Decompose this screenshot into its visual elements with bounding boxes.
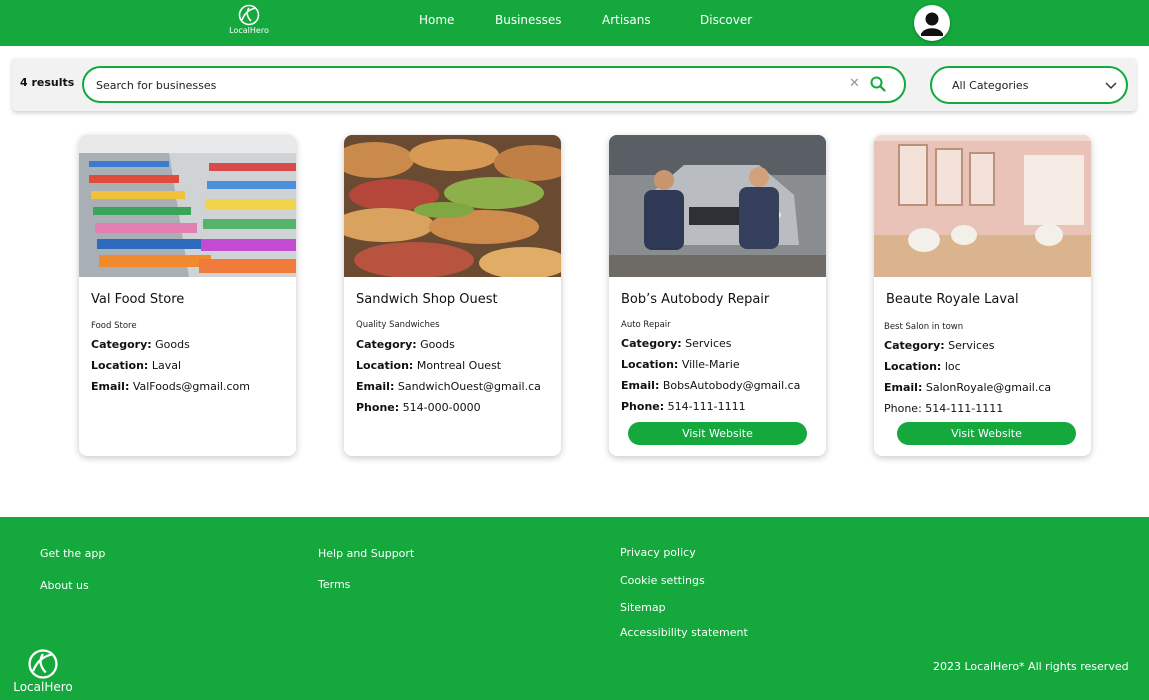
business-email: Email: ValFoods@gmail.com xyxy=(91,380,250,393)
business-category: Category: Goods xyxy=(356,338,455,351)
brand-name: LocalHero xyxy=(229,26,269,35)
business-email: Email: SalonRoyale@gmail.ca xyxy=(884,381,1051,394)
site-footer: Get the app About us Help and Support Te… xyxy=(0,517,1149,700)
search-box[interactable]: ✕ xyxy=(82,66,906,103)
user-avatar[interactable] xyxy=(914,5,950,41)
business-image xyxy=(344,135,561,277)
nav-home[interactable]: Home xyxy=(419,13,454,27)
copyright-text: 2023 LocalHero* All rights reserved xyxy=(933,660,1129,673)
email-label: Email: xyxy=(884,381,923,394)
location-label: Location: xyxy=(356,359,414,372)
location-label: Location: xyxy=(91,359,149,372)
footer-terms-link[interactable]: Terms xyxy=(318,578,350,591)
nav-artisans[interactable]: Artisans xyxy=(602,13,651,27)
footer-get-app-link[interactable]: Get the app xyxy=(40,547,105,560)
leaf-logo-icon xyxy=(238,4,260,26)
email-label: Email: xyxy=(621,379,660,392)
email-value: SandwichOuest@gmail.ca xyxy=(397,380,541,393)
business-card[interactable]: Bob’s Autobody Repair Auto Repair Catego… xyxy=(609,135,826,456)
close-icon[interactable]: ✕ xyxy=(849,76,860,91)
email-value: SalonRoyale@gmail.ca xyxy=(925,381,1052,394)
email-value: BobsAutobody@gmail.ca xyxy=(662,379,801,392)
footer-help-link[interactable]: Help and Support xyxy=(318,547,414,560)
business-image xyxy=(874,135,1091,277)
nav-businesses[interactable]: Businesses xyxy=(495,13,562,27)
business-phone: Phone: 514-111-1111 xyxy=(621,400,746,413)
business-tagline: Auto Repair xyxy=(621,320,671,330)
email-value: ValFoods@gmail.com xyxy=(132,380,250,393)
location-label: Location: xyxy=(884,360,942,373)
business-category: Category: Services xyxy=(884,339,995,352)
nav-discover[interactable]: Discover xyxy=(700,13,752,27)
business-location: Location: Laval xyxy=(91,359,181,372)
footer-sitemap-link[interactable]: Sitemap xyxy=(620,601,666,614)
business-category: Category: Services xyxy=(621,337,732,350)
category-label: Category: xyxy=(356,338,417,351)
email-label: Email: xyxy=(356,380,395,393)
business-phone: Phone: 514-000-0000 xyxy=(356,401,481,414)
footer-logo[interactable]: LocalHero xyxy=(10,648,76,694)
business-tagline: Quality Sandwiches xyxy=(356,320,440,330)
search-icon[interactable] xyxy=(870,76,886,92)
business-name: Sandwich Shop Ouest xyxy=(356,292,498,307)
email-label: Email: xyxy=(91,380,130,393)
visit-website-button[interactable]: Visit Website xyxy=(628,422,807,445)
top-navigation-bar: LocalHero Home Businesses Artisans Disco… xyxy=(0,0,1149,46)
business-tagline: Food Store xyxy=(91,321,137,331)
business-name: Val Food Store xyxy=(91,292,185,307)
footer-about-link[interactable]: About us xyxy=(40,579,89,592)
business-email: Email: BobsAutobody@gmail.ca xyxy=(621,379,800,392)
category-value: Services xyxy=(948,339,995,352)
location-value: Laval xyxy=(151,359,182,372)
leaf-logo-icon xyxy=(28,649,58,679)
phone-value: 514-111-1111 xyxy=(925,402,1004,415)
phone-label: Phone: xyxy=(621,400,665,413)
business-card[interactable]: Sandwich Shop Ouest Quality Sandwiches C… xyxy=(344,135,561,456)
business-location: Location: Montreal Ouest xyxy=(356,359,501,372)
phone-label: Phone: xyxy=(356,401,400,414)
business-name: Bob’s Autobody Repair xyxy=(621,292,770,307)
business-tagline: Best Salon in town xyxy=(884,322,964,332)
chevron-down-icon xyxy=(1105,82,1117,90)
category-value: Goods xyxy=(155,338,190,351)
footer-cookies-link[interactable]: Cookie settings xyxy=(620,574,705,587)
search-input[interactable] xyxy=(96,76,826,94)
visit-website-button[interactable]: Visit Website xyxy=(897,422,1076,445)
phone-label: Phone: xyxy=(884,402,922,415)
footer-privacy-link[interactable]: Privacy policy xyxy=(620,546,696,559)
location-label: Location: xyxy=(621,358,679,371)
phone-value: 514-111-1111 xyxy=(667,400,746,413)
business-image xyxy=(609,135,826,277)
business-location: Location: Ville-Marie xyxy=(621,358,740,371)
business-name: Beaute Royale Laval xyxy=(886,292,1019,307)
business-location: Location: loc xyxy=(884,360,961,373)
search-toolbar: 4 results ✕ All Categories xyxy=(12,58,1136,111)
business-image xyxy=(79,135,296,277)
category-label: Category: xyxy=(91,338,152,351)
category-label: Category: xyxy=(884,339,945,352)
phone-value: 514-000-0000 xyxy=(402,401,481,414)
business-card[interactable]: Val Food Store Food Store Category: Good… xyxy=(79,135,296,456)
business-email: Email: SandwichOuest@gmail.ca xyxy=(356,380,541,393)
location-value: Ville-Marie xyxy=(681,358,740,371)
category-value: Services xyxy=(685,337,732,350)
location-value: Montreal Ouest xyxy=(416,359,502,372)
category-value: Goods xyxy=(420,338,455,351)
location-value: loc xyxy=(944,360,961,373)
business-category: Category: Goods xyxy=(91,338,190,351)
category-dropdown[interactable]: All Categories xyxy=(930,66,1128,104)
business-phone: Phone: 514-111-1111 xyxy=(884,402,1003,415)
footer-brand-name: LocalHero xyxy=(13,680,73,694)
footer-accessibility-link[interactable]: Accessibility statement xyxy=(620,626,748,639)
category-selected: All Categories xyxy=(952,79,1029,92)
brand-logo[interactable]: LocalHero xyxy=(224,4,274,35)
results-count: 4 results xyxy=(20,76,75,89)
category-label: Category: xyxy=(621,337,682,350)
business-card[interactable]: Beaute Royale Laval Best Salon in town C… xyxy=(874,135,1091,456)
user-avatar-icon xyxy=(921,12,943,36)
